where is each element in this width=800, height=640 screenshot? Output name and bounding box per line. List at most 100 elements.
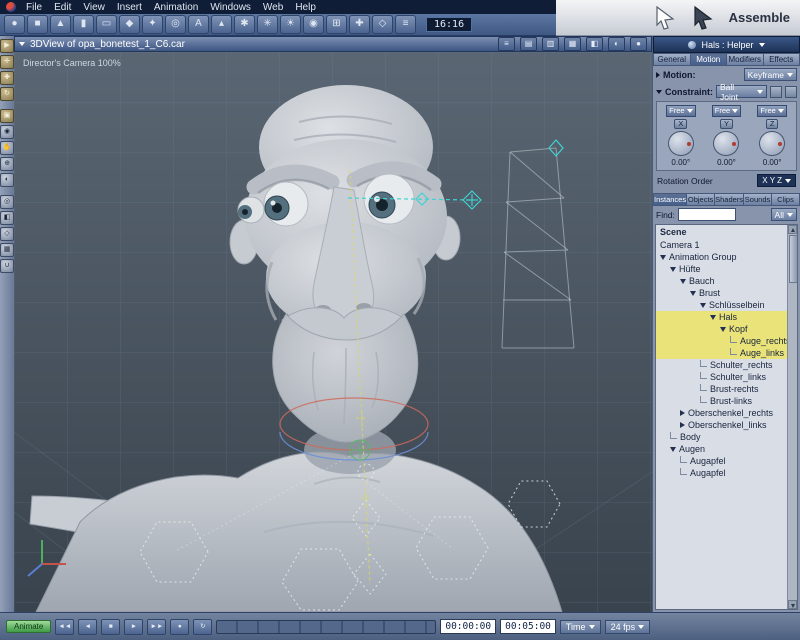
motion-expander-icon[interactable]: [656, 71, 660, 78]
room-arrow-icon[interactable]: [691, 5, 717, 31]
tree-item-oberschenkel-links[interactable]: Oberschenkel_links: [656, 419, 788, 431]
tab-shaders[interactable]: Shaders: [715, 193, 745, 206]
expander-icon[interactable]: [660, 254, 666, 260]
end-time-field[interactable]: 00:05:00: [500, 619, 556, 634]
expander-icon[interactable]: [670, 266, 676, 272]
universal-manipulator-icon[interactable]: ✛: [0, 55, 14, 69]
view-menu-icon[interactable]: ≡: [498, 37, 515, 51]
zoom-tool-icon[interactable]: ◎: [0, 195, 14, 209]
render-preview-icon[interactable]: ◧: [0, 211, 14, 225]
current-time-field[interactable]: 00:00:00: [440, 619, 497, 634]
insert-light-icon[interactable]: ☀: [280, 15, 301, 34]
expander-icon[interactable]: [680, 410, 685, 416]
insert-vertex-object-icon[interactable]: ◆: [119, 15, 140, 34]
constraint-expander-icon[interactable]: [656, 89, 662, 94]
constraint-option-button-1[interactable]: [770, 85, 783, 98]
menu-web[interactable]: Web: [257, 2, 289, 13]
animate-toggle[interactable]: Animate: [6, 620, 52, 633]
rotate-tool-icon[interactable]: ↻: [0, 87, 14, 101]
camera-pan-icon[interactable]: ✋: [0, 141, 14, 155]
expander-icon[interactable]: [700, 302, 706, 308]
tree-item-animation-group[interactable]: Animation Group: [656, 251, 788, 263]
scroll-up-icon[interactable]: [788, 225, 797, 234]
scale-tool-icon[interactable]: ▣: [0, 109, 14, 123]
selection-header[interactable]: Hals : Helper: [653, 36, 800, 53]
menu-help[interactable]: Help: [289, 2, 322, 13]
full-render-mode-icon[interactable]: ●: [630, 37, 647, 51]
axis-y-dial[interactable]: [713, 130, 740, 156]
timeline-scrubber[interactable]: [216, 619, 437, 634]
axis-x-dial[interactable]: [667, 130, 694, 156]
tree-item-kopf[interactable]: Kopf: [656, 323, 788, 335]
tree-item-camera-1[interactable]: Camera 1: [656, 239, 788, 251]
frame-back-icon[interactable]: ◄: [78, 618, 98, 635]
insert-group-icon[interactable]: ⊞: [326, 15, 347, 34]
motion-method-select[interactable]: Keyframe: [743, 68, 797, 81]
stop-icon[interactable]: ■: [101, 618, 121, 635]
scrollbar-thumb[interactable]: [789, 235, 797, 283]
time-unit-select[interactable]: Time: [559, 619, 601, 634]
tree-scrollbar[interactable]: [787, 225, 797, 609]
insert-cone-icon[interactable]: ▲: [50, 15, 71, 34]
axis-z-mode-select[interactable]: Free: [757, 105, 787, 117]
flat-shade-mode-icon[interactable]: ▦: [564, 37, 581, 51]
insert-spline-object-icon[interactable]: ✦: [142, 15, 163, 34]
insert-plane-icon[interactable]: ▭: [96, 15, 117, 34]
camera-track-icon[interactable]: ⊕: [0, 157, 14, 171]
viewport-title-bar[interactable]: 3DView of opa_bonetest_1_C6.car ≡ ▤ ▥ ▦ …: [14, 36, 652, 52]
insert-bone-icon[interactable]: ✚: [349, 15, 370, 34]
menu-file[interactable]: File: [20, 2, 48, 13]
find-filter-select[interactable]: All: [770, 208, 797, 221]
menu-windows[interactable]: Windows: [204, 2, 257, 13]
expander-icon[interactable]: [720, 326, 726, 332]
tab-instances[interactable]: Instances: [653, 193, 688, 206]
axis-x-mode-select[interactable]: Free: [666, 105, 696, 117]
textured-mode-icon[interactable]: ◐: [608, 37, 625, 51]
move-tool-icon[interactable]: ✚: [0, 71, 14, 85]
tab-sounds[interactable]: Sounds: [744, 193, 773, 206]
tree-item-augapfel-1[interactable]: Augapfel: [656, 455, 788, 467]
tab-motion[interactable]: Motion: [690, 53, 727, 66]
expander-icon[interactable]: [680, 278, 686, 284]
selection-dropdown-icon[interactable]: [758, 42, 765, 47]
tree-item-huefte[interactable]: Hüfte: [656, 263, 788, 275]
play-icon[interactable]: ►: [124, 618, 144, 635]
axis-z-dial[interactable]: [759, 130, 786, 156]
scene-wizard-icon[interactable]: ≡: [395, 15, 416, 34]
magnet-snap-icon[interactable]: ∪: [0, 259, 14, 273]
insert-fountain-icon[interactable]: ✳: [257, 15, 278, 34]
lit-wireframe-mode-icon[interactable]: ▥: [542, 37, 559, 51]
insert-terrain-icon[interactable]: ▴: [211, 15, 232, 34]
insert-cube-icon[interactable]: ■: [27, 15, 48, 34]
cursor-arrow-icon[interactable]: [653, 5, 679, 31]
tab-clips[interactable]: Clips: [772, 193, 800, 206]
jump-start-icon[interactable]: ◄◄: [55, 618, 75, 635]
insert-camera-icon[interactable]: ◉: [303, 15, 324, 34]
tree-item-oberschenkel-rechts[interactable]: Oberschenkel_rechts: [656, 407, 788, 419]
loop-icon[interactable]: ↻: [193, 618, 213, 635]
tree-item-body[interactable]: Body: [656, 431, 788, 443]
grid-toggle-icon[interactable]: ▦: [0, 243, 14, 257]
insert-metaball-icon[interactable]: ◎: [165, 15, 186, 34]
tab-modifiers[interactable]: Modifiers: [727, 53, 764, 66]
tree-item-brust-links[interactable]: Brust-links: [656, 395, 788, 407]
tree-item-brust-rechts[interactable]: Brust-rechts: [656, 383, 788, 395]
tree-item-schulter-rechts[interactable]: Schulter_rechts: [656, 359, 788, 371]
tab-effects[interactable]: Effects: [763, 53, 800, 66]
axis-y-mode-select[interactable]: Free: [711, 105, 742, 117]
tree-item-schluesselbein[interactable]: Schlüsselbein: [656, 299, 788, 311]
rotation-order-select[interactable]: X Y Z: [757, 174, 796, 187]
tree-item-bauch[interactable]: Bauch: [656, 275, 788, 287]
select-tool-icon[interactable]: ▶: [0, 39, 14, 53]
smooth-shade-mode-icon[interactable]: ◧: [586, 37, 603, 51]
expander-icon[interactable]: [680, 422, 685, 428]
constraint-type-select[interactable]: Ball Joint: [716, 82, 768, 102]
wireframe-mode-icon[interactable]: ▤: [520, 37, 537, 51]
expander-icon[interactable]: [710, 314, 716, 320]
tree-item-brust[interactable]: Brust: [656, 287, 788, 299]
camera-dolly-icon[interactable]: ◉: [0, 125, 14, 139]
tree-item-schulter-links[interactable]: Schulter_links: [656, 371, 788, 383]
camera-bank-icon[interactable]: ◐: [0, 173, 14, 187]
wireframe-toggle-icon[interactable]: ◇: [0, 227, 14, 241]
menu-edit[interactable]: Edit: [48, 2, 77, 13]
